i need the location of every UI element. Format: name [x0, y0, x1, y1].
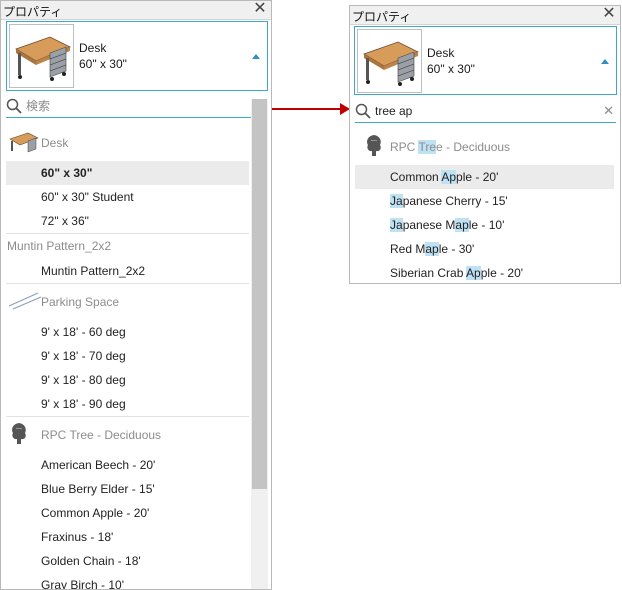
desk-thumbnail	[357, 29, 422, 93]
type-list-item[interactable]: Fraxinus - 18'	[6, 525, 249, 549]
type-family-name: Desk	[79, 41, 107, 55]
type-list-item[interactable]: Muntin Pattern_2x2	[6, 259, 249, 283]
search-highlight: ap	[455, 218, 469, 232]
group-header: RPC Tree - Deciduous	[355, 129, 614, 165]
type-list-item[interactable]: 60" x 30"	[6, 161, 249, 185]
type-list-item[interactable]: 72" x 36"	[6, 209, 249, 233]
type-list-item[interactable]: 9' x 18' - 70 deg	[6, 344, 249, 368]
text-segment: Red M	[390, 242, 426, 256]
type-selector[interactable]: Desk 60" x 30"	[6, 21, 268, 91]
group-label: RPC Tree - Deciduous	[41, 428, 162, 442]
search-highlight: Ja	[390, 194, 403, 208]
group-label: Parking Space	[41, 295, 120, 309]
type-list-item[interactable]: Golden Chain - 18'	[6, 549, 249, 573]
search-highlight: ap	[425, 242, 439, 256]
parking-space-icon	[8, 288, 42, 324]
search-highlight: Tre	[418, 140, 437, 154]
search-icon	[6, 98, 22, 114]
text-segment: Siberian Crab	[390, 266, 467, 280]
panel-title: プロパティ	[352, 10, 412, 24]
type-selector[interactable]: Desk 60" x 30"	[354, 26, 617, 95]
text-segment: panese M	[402, 218, 456, 232]
type-list-item[interactable]: Gray Birch - 10'	[6, 573, 249, 589]
type-family-name: Desk	[427, 46, 455, 60]
search-row	[6, 96, 267, 118]
group-header: Desk	[6, 125, 249, 161]
search-row: ✕	[355, 101, 616, 123]
desk-thumbnail	[9, 24, 74, 88]
type-size: 60" x 30"	[427, 62, 475, 76]
dropdown-arrow-icon[interactable]	[601, 59, 609, 64]
type-list-item[interactable]: Common Apple - 20'	[6, 501, 249, 525]
group-header: Muntin Pattern_2x2	[6, 233, 249, 259]
type-list-item[interactable]: 9' x 18' - 90 deg	[6, 392, 249, 416]
panel-title: プロパティ	[3, 5, 63, 19]
text-segment: Common	[390, 170, 442, 184]
group-label: Muntin Pattern_2x2	[7, 239, 112, 253]
arrow-icon	[272, 103, 350, 115]
panel-titlebar[interactable]: プロパティ ✕	[350, 6, 620, 25]
text-segment: le - 10'	[468, 218, 505, 232]
group-header: RPC Tree - Deciduous	[6, 416, 249, 453]
text-segment: e - Deciduous	[436, 140, 511, 154]
type-list-item[interactable]: 60" x 30" Student	[6, 185, 249, 209]
text-segment: le - 30'	[438, 242, 475, 256]
type-list-item[interactable]: 9' x 18' - 80 deg	[6, 368, 249, 392]
group-header: Parking Space	[6, 283, 249, 320]
text-segment: RPC	[390, 140, 419, 154]
search-highlight: Ap	[466, 266, 481, 280]
text-segment: ple - 20'	[456, 170, 499, 184]
type-list-item[interactable]: 9' x 18' - 60 deg	[6, 320, 249, 344]
close-icon[interactable]: ✕	[253, 1, 267, 17]
scrollbar-thumb[interactable]	[252, 99, 267, 489]
search-highlight: Ap	[441, 170, 457, 184]
search-icon	[355, 103, 371, 119]
text-segment: panese Cherry - 15'	[402, 194, 508, 208]
scrollbar[interactable]	[251, 99, 268, 589]
search-highlight: Ja	[390, 218, 403, 232]
dropdown-arrow-icon[interactable]	[252, 54, 260, 59]
properties-panel-left: プロパティ ✕ Desk 60" x 30" 検索 Desk 60" x 30"…	[0, 0, 272, 590]
type-list: RPC Tree - Deciduous Common Apple - 20' Ja…	[355, 129, 614, 283]
panel-titlebar[interactable]: プロパティ ✕	[1, 1, 271, 20]
group-label: RPC Tree - Deciduous	[390, 140, 510, 154]
type-list-item[interactable]: Japanese Cherry - 15'	[355, 189, 614, 213]
type-list-item[interactable]: Siberian Crab Apple - 20'	[355, 261, 614, 283]
search-input[interactable]	[375, 102, 575, 120]
close-icon[interactable]: ✕	[602, 6, 616, 22]
group-label: Desk	[41, 136, 69, 150]
text-segment: ple - 20'	[480, 266, 524, 280]
type-list-item[interactable]: Blue Berry Elder - 15'	[6, 477, 249, 501]
properties-panel-right: プロパティ ✕ Desk 60" x 30" tree ap ✕ RPC Tre…	[349, 5, 621, 284]
type-list-item[interactable]: Common Apple - 20'	[355, 165, 614, 189]
search-input[interactable]	[26, 97, 226, 115]
type-list: Desk 60" x 30" 60" x 30" Student 72" x 36" M…	[6, 125, 249, 589]
clear-search-icon[interactable]: ✕	[603, 103, 614, 119]
type-list-item[interactable]: Red Maple - 30'	[355, 237, 614, 261]
type-list-item[interactable]: Japanese Maple - 10'	[355, 213, 614, 237]
type-size: 60" x 30"	[79, 57, 127, 71]
type-list-item[interactable]: American Beech - 20'	[6, 453, 249, 477]
